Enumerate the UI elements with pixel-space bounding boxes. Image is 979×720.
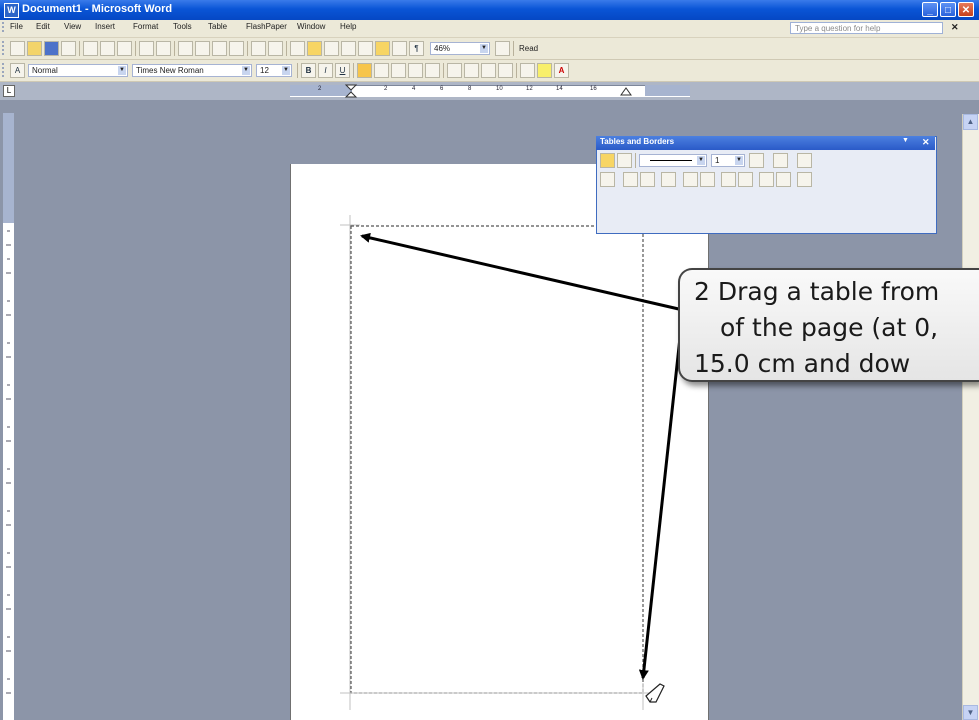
callout-line: 2 Drag a table from [694, 277, 940, 306]
callout-line: of the page (at 0, [720, 313, 939, 342]
callout-text: 2 Drag a table from of the page (at 0, 1… [694, 274, 939, 382]
arrow-to-table-bottom-right [638, 309, 685, 680]
callout-line: 15.0 cm and dow [694, 349, 911, 378]
instruction-callout: 2 Drag a table from of the page (at 0, 1… [678, 268, 979, 382]
arrow-to-table-top-left [360, 232, 684, 312]
